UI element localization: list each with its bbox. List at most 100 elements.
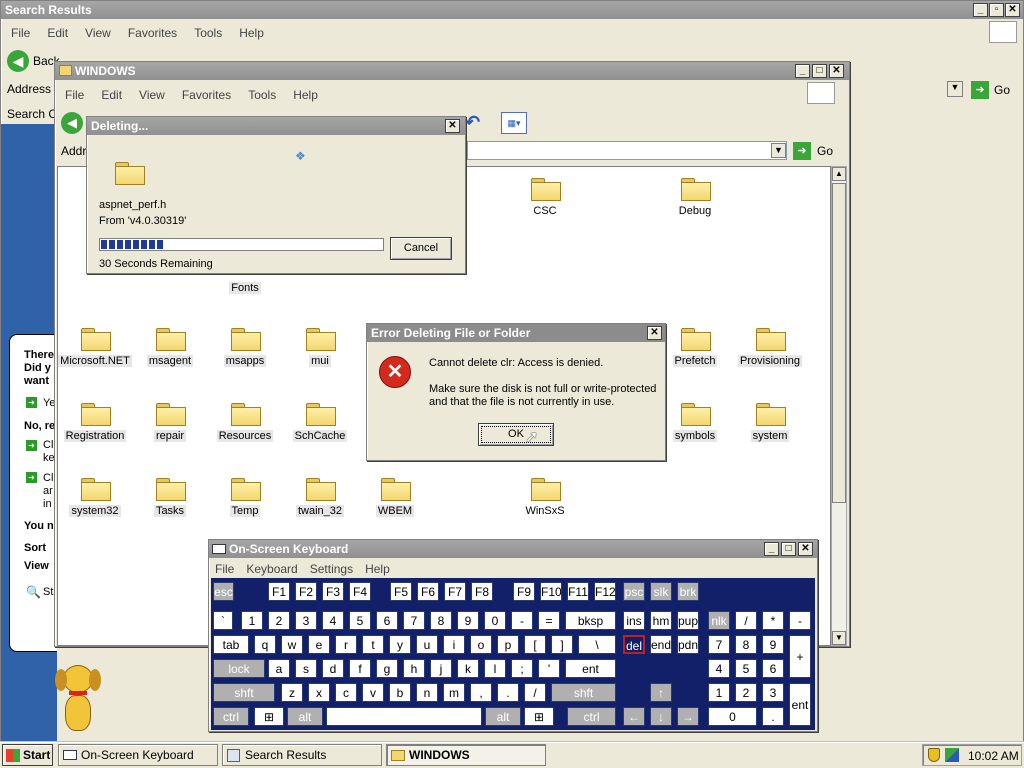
key-z[interactable]: z: [281, 683, 303, 702]
minimize-button[interactable]: _: [795, 64, 810, 78]
key-F9[interactable]: F9: [513, 582, 535, 601]
vertical-scrollbar[interactable]: ▲ ▼: [831, 166, 847, 646]
key-[interactable]: /: [524, 683, 546, 702]
folder-item[interactable]: twain_32: [280, 475, 360, 517]
key-u[interactable]: u: [416, 635, 438, 654]
go-button[interactable]: ➜ Go: [971, 80, 1021, 100]
folder-item[interactable]: Temp: [205, 475, 285, 517]
assistant-text-7[interactable]: Cl: [43, 472, 53, 484]
close-button[interactable]: ✕: [829, 64, 844, 78]
key-g[interactable]: g: [376, 659, 398, 678]
close-button[interactable]: ✕: [798, 542, 813, 556]
key-nlk[interactable]: nlk: [708, 611, 730, 630]
menu-favorites[interactable]: Favorites: [128, 26, 177, 40]
key-r[interactable]: r: [335, 635, 357, 654]
folder-item[interactable]: mui: [280, 325, 360, 367]
key-bksp[interactable]: bksp: [565, 611, 616, 630]
key-0[interactable]: 0: [484, 611, 506, 630]
key-shft[interactable]: shft: [551, 683, 616, 702]
key-[interactable]: -: [511, 611, 533, 630]
key-numpad-enter[interactable]: ent: [789, 683, 811, 726]
key-[interactable]: .: [497, 683, 519, 702]
address-dropdown-icon[interactable]: ▼: [771, 143, 786, 158]
search-results-titlebar[interactable]: Search Results: [1, 1, 1023, 19]
key-F7[interactable]: F7: [444, 582, 466, 601]
key-del[interactable]: del: [623, 635, 645, 654]
key-esc[interactable]: esc: [213, 582, 234, 601]
start-button[interactable]: Start: [2, 744, 53, 766]
network-icon[interactable]: [945, 748, 959, 762]
folder-item[interactable]: Debug: [655, 175, 735, 217]
key-h[interactable]: h: [403, 659, 425, 678]
windows-key-icon[interactable]: ⊞: [524, 707, 554, 726]
menu-tools[interactable]: Tools: [194, 26, 222, 40]
key-[interactable]: ;: [511, 659, 533, 678]
key-ins[interactable]: ins: [623, 611, 645, 630]
key-n[interactable]: n: [416, 683, 438, 702]
assistant-text-5[interactable]: Cl: [43, 439, 53, 451]
key-[interactable]: `: [213, 611, 233, 630]
close-button[interactable]: ✕: [445, 119, 460, 133]
key-ent[interactable]: ent: [565, 659, 616, 678]
key-0[interactable]: 0: [708, 707, 757, 726]
key-c[interactable]: c: [335, 683, 357, 702]
key-F5[interactable]: F5: [390, 582, 412, 601]
menu-edit[interactable]: Edit: [101, 88, 122, 102]
folder-item[interactable]: Registration: [55, 400, 135, 442]
folder-item[interactable]: Prefetch: [655, 325, 735, 367]
key-[interactable]: -: [789, 611, 811, 630]
folder-item[interactable]: system: [730, 400, 810, 442]
error-titlebar[interactable]: Error Deleting File or Folder: [367, 324, 665, 342]
windows-key-icon[interactable]: ⊞: [254, 707, 284, 726]
go-button[interactable]: ➜ Go: [793, 141, 839, 161]
key-8[interactable]: 8: [735, 635, 757, 654]
key-2[interactable]: 2: [268, 611, 290, 630]
key-9[interactable]: 9: [457, 611, 479, 630]
scroll-down-button[interactable]: ▼: [832, 631, 846, 645]
key-[interactable]: *: [762, 611, 784, 630]
views-icon[interactable]: ▦▾: [501, 112, 527, 134]
arrow-right-icon[interactable]: →: [677, 707, 699, 726]
folder-item[interactable]: Tasks: [130, 475, 210, 517]
windows-titlebar[interactable]: WINDOWS: [55, 62, 849, 80]
key-4[interactable]: 4: [708, 659, 730, 678]
key-shft[interactable]: shft: [213, 683, 275, 702]
close-button[interactable]: ✕: [647, 326, 662, 340]
key-6[interactable]: 6: [762, 659, 784, 678]
key-5[interactable]: 5: [349, 611, 371, 630]
key-alt[interactable]: alt: [485, 707, 521, 726]
key-3[interactable]: 3: [295, 611, 317, 630]
arrow-up-icon[interactable]: ↑: [650, 683, 672, 702]
key-y[interactable]: y: [389, 635, 411, 654]
arrow-left-icon[interactable]: ←: [623, 707, 645, 726]
key-ctrl[interactable]: ctrl: [567, 707, 616, 726]
key-F8[interactable]: F8: [471, 582, 493, 601]
menu-file[interactable]: File: [11, 26, 30, 40]
key-F12[interactable]: F12: [594, 582, 616, 601]
close-button[interactable]: ✕: [1005, 3, 1020, 17]
key-i[interactable]: i: [443, 635, 465, 654]
key-[interactable]: ]: [551, 635, 573, 654]
folder-item[interactable]: Fonts: [205, 282, 285, 294]
key-pup[interactable]: pup: [677, 611, 699, 630]
menu-settings[interactable]: Settings: [310, 562, 353, 576]
key-lock[interactable]: lock: [213, 659, 265, 678]
scroll-up-button[interactable]: ▲: [832, 167, 846, 181]
key-b[interactable]: b: [389, 683, 411, 702]
key-[interactable]: .: [762, 707, 784, 726]
key-tab[interactable]: tab: [213, 635, 249, 654]
key-psc[interactable]: psc: [623, 582, 645, 601]
taskbar-item-windows[interactable]: WINDOWS: [386, 744, 546, 766]
key-6[interactable]: 6: [376, 611, 398, 630]
key-a[interactable]: a: [268, 659, 290, 678]
key-9[interactable]: 9: [762, 635, 784, 654]
arrow-down-icon[interactable]: ↓: [650, 707, 672, 726]
taskbar-item-osk[interactable]: On-Screen Keyboard: [58, 744, 218, 766]
menu-tools[interactable]: Tools: [248, 88, 276, 102]
key-7[interactable]: 7: [403, 611, 425, 630]
key-k[interactable]: k: [457, 659, 479, 678]
minimize-button[interactable]: _: [764, 542, 779, 556]
maximize-button[interactable]: □: [812, 64, 827, 78]
space-bar[interactable]: [326, 707, 482, 726]
key-F4[interactable]: F4: [349, 582, 371, 601]
